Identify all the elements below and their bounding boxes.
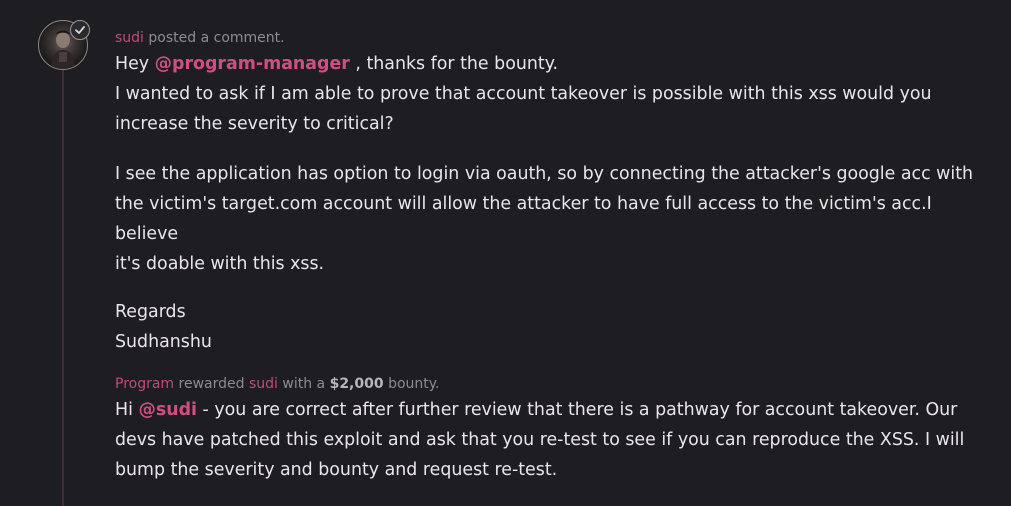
comment-greeting-line: Hey @program-manager , thanks for the bo… [115, 49, 995, 79]
mention-sudi-link[interactable]: @sudi [138, 400, 197, 420]
reward-line-3: bump the severity and bounty and request… [115, 460, 558, 480]
reward-with-text: with a [282, 376, 326, 392]
bounty-amount: $2,000 [329, 376, 384, 392]
reward-body: Hi @sudi - you are correct after further… [115, 395, 995, 485]
reward-line-1-rest: - you are correct after further review t… [202, 400, 958, 420]
comment-para2-line-2: the victim's target.com account will all… [115, 194, 932, 244]
comment-entry: sudi posted a comment. Hey @program-mana… [115, 29, 995, 357]
greeting-suffix: , thanks for the bounty. [355, 54, 559, 74]
mention-program-manager-link[interactable]: @program-manager [155, 54, 350, 74]
reward-bounty-text: bounty. [388, 376, 440, 392]
reward-entry: Program rewarded sudi with a $2,000 boun… [115, 375, 995, 485]
reward-line-1: Hi @sudi - you are correct after further… [115, 395, 995, 425]
comment-para2-line-1: I see the application has option to logi… [115, 164, 974, 184]
comment-action-text: posted a comment. [148, 30, 285, 46]
activity-timeline: sudi posted a comment. Hey @program-mana… [0, 0, 1011, 506]
comment-body: Hey @program-manager , thanks for the bo… [115, 49, 995, 357]
comment-regards: Regards [115, 302, 186, 322]
timeline-line [62, 70, 64, 506]
verified-badge-icon [70, 20, 90, 40]
comment-signature: Sudhanshu [115, 332, 212, 352]
comment-line-1: I wanted to ask if I am able to prove th… [115, 84, 932, 104]
comment-meta: sudi posted a comment. [115, 29, 995, 47]
reward-actor-link[interactable]: Program [115, 376, 174, 392]
comment-username-link[interactable]: sudi [115, 30, 144, 46]
reward-recipient-link[interactable]: sudi [249, 376, 278, 392]
reward-action-text: rewarded [178, 376, 245, 392]
comment-line-2: increase the severity to critical? [115, 114, 394, 134]
comment-para2-line-3: it's doable with this xss. [115, 254, 325, 274]
reward-line-2: devs have patched this exploit and ask t… [115, 430, 965, 450]
reward-greeting: Hi [115, 400, 133, 420]
reward-meta: Program rewarded sudi with a $2,000 boun… [115, 375, 995, 393]
greeting-prefix: Hey [115, 54, 150, 74]
